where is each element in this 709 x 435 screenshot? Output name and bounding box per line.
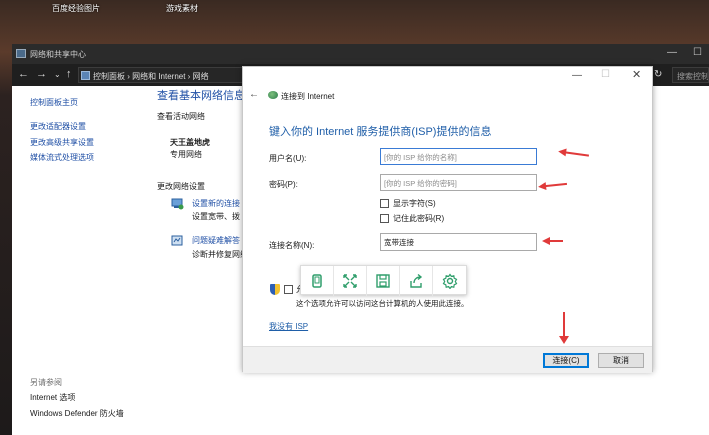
connect-button[interactable]: 连接(C) (543, 353, 589, 368)
sidebar-link-firewall[interactable]: Windows Defender 防火墙 (30, 408, 124, 419)
remember-password-label: 记住此密码(R) (393, 214, 445, 223)
no-isp-link[interactable]: 我没有 ISP (269, 321, 308, 332)
sidebar-link-internet-options[interactable]: Internet 选项 (30, 392, 75, 403)
username-label: 用户名(U): (269, 154, 307, 163)
search-input[interactable]: 搜索控制 (672, 67, 709, 83)
settings-icon[interactable] (433, 266, 466, 296)
connection-name-label: 连接名称(N): (269, 241, 315, 250)
globe-network-icon (268, 91, 278, 99)
sidebar-link-media-streaming[interactable]: 媒体流式处理选项 (30, 152, 94, 163)
active-networks-label: 查看活动网络 (157, 112, 205, 121)
phone-icon[interactable] (301, 266, 334, 296)
maximize-icon[interactable]: ☐ (693, 47, 702, 58)
desktop-item-label[interactable]: 游戏素材 (166, 3, 198, 14)
window-title: 网络和共享中心 (30, 50, 86, 59)
dialog-footer: 连接(C) 取消 (243, 346, 652, 373)
task-link-new-connection[interactable]: 设置新的连接 (192, 198, 240, 209)
username-field[interactable]: [你的 ISP 给你的名称] (380, 148, 537, 165)
control-panel-icon (81, 71, 90, 80)
back-arrow-icon[interactable]: ← (249, 89, 259, 100)
fullscreen-icon[interactable] (334, 266, 367, 296)
close-icon[interactable]: ✕ (632, 68, 641, 81)
page-title: 查看基本网络信息 (157, 90, 245, 102)
back-icon[interactable]: ← (18, 68, 29, 80)
task-link-troubleshoot[interactable]: 问题疑难解答 (192, 235, 240, 246)
desktop-item-label[interactable]: 百度经验图片 (52, 3, 100, 14)
connect-to-internet-dialog: — ☐ ✕ ← 连接到 Internet 键入你的 Internet 服务提供商… (242, 66, 653, 373)
cancel-button[interactable]: 取消 (598, 353, 644, 368)
show-chars-label: 显示字符(S) (393, 199, 436, 208)
troubleshoot-icon (171, 235, 183, 246)
annotation-arrow (544, 182, 568, 188)
title-bar: 网络和共享中心 — ☐ (12, 44, 709, 64)
dialog-title: 连接到 Internet (281, 92, 335, 101)
see-also-label: 另请参阅 (30, 378, 62, 387)
minimize-icon[interactable]: — (572, 70, 582, 81)
connection-name-field[interactable]: 宽带连接 (380, 233, 537, 251)
task-desc-new-connection: 设置宽带、拨 (192, 212, 240, 221)
allow-others-checkbox[interactable] (284, 285, 293, 294)
shield-icon (270, 284, 280, 295)
share-icon[interactable] (400, 266, 433, 296)
save-icon[interactable] (367, 266, 400, 296)
allow-others-note: 这个选项允许可以访问这台计算机的人使用此连接。 (296, 299, 469, 308)
show-chars-checkbox[interactable] (380, 199, 389, 208)
annotation-arrow (564, 151, 590, 157)
network-icon (16, 49, 26, 58)
maximize-icon: ☐ (601, 69, 610, 80)
change-settings-label: 更改网络设置 (157, 182, 205, 191)
minimize-icon[interactable]: — (667, 47, 677, 58)
password-label: 密码(P): (269, 180, 298, 189)
annotation-arrow (542, 237, 563, 245)
sidebar-link-advanced-sharing[interactable]: 更改高级共享设置 (30, 137, 94, 148)
remember-password-checkbox[interactable] (380, 214, 389, 223)
sidebar-link-adapter[interactable]: 更改适配器设置 (30, 121, 86, 132)
up-icon[interactable]: ↑ (66, 68, 72, 80)
sidebar-link-home[interactable]: 控制面板主页 (30, 97, 78, 108)
dialog-heading: 键入你的 Internet 服务提供商(ISP)提供的信息 (269, 126, 492, 138)
refresh-icon[interactable]: ↻ (654, 69, 662, 80)
chevron-down-icon[interactable]: ⌄ (54, 70, 61, 79)
breadcrumb[interactable]: 控制面板 › 网络和 Internet › 网络 (93, 71, 209, 82)
annotation-arrow-down (559, 312, 569, 344)
network-name: 天王盖地虎 (170, 138, 210, 147)
password-field[interactable]: [你的 ISP 给你的密码] (380, 174, 537, 191)
new-connection-icon (171, 198, 184, 210)
network-type: 专用网络 (170, 150, 202, 159)
task-desc-troubleshoot: 诊断并修复网络 (192, 250, 248, 259)
floating-toolbar (300, 265, 467, 296)
forward-icon[interactable]: → (36, 68, 47, 80)
